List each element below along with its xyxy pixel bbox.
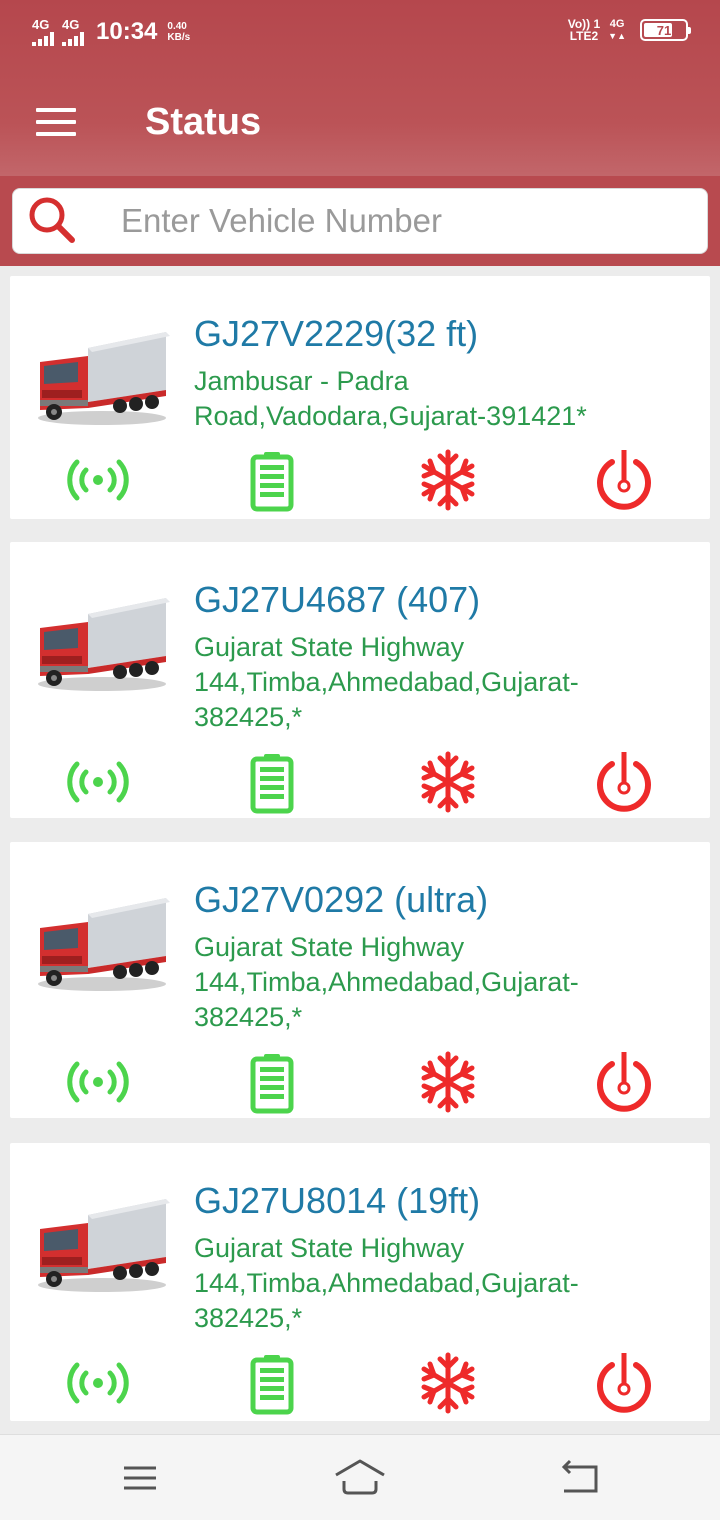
- volte-indicator: Vo)) 1 LTE2: [568, 18, 600, 42]
- gps-signal-icon[interactable]: [66, 750, 130, 814]
- vehicle-address-line: 382425,*: [194, 702, 303, 732]
- ignition-power-icon[interactable]: [592, 448, 656, 512]
- truck-icon: [38, 332, 170, 425]
- battery-icon[interactable]: [240, 1050, 304, 1114]
- vehicle-card[interactable]: GJ27V2229(32 ft) Jambusar - Padra Road,V…: [10, 276, 710, 519]
- hamburger-menu-icon[interactable]: [36, 108, 76, 136]
- vehicle-address: Gujarat State Highway 144,Timba,Ahmedaba…: [194, 1231, 684, 1336]
- signal-network-label: 4G: [32, 17, 50, 32]
- vehicle-card[interactable]: GJ27U8014 (19ft) Gujarat State Highway 1…: [10, 1143, 710, 1421]
- signal-strength-icon: 4G: [32, 18, 54, 46]
- truck-icon: [38, 598, 170, 691]
- vehicle-address-line: 144,Timba,Ahmedabad,Gujarat-: [194, 667, 579, 697]
- status-right: Vo)) 1 LTE2 4G ▼▲ 71: [568, 18, 691, 42]
- mobile-data-label: 4G: [609, 18, 625, 30]
- vehicle-address: Gujarat State Highway 144,Timba,Ahmedaba…: [194, 630, 684, 735]
- vehicle-address: Jambusar - Padra Road,Vadodara,Gujarat-3…: [194, 364, 684, 434]
- vehicle-address-line: Jambusar - Padra: [194, 366, 409, 396]
- vehicle-search-input[interactable]: [121, 202, 681, 240]
- status-bar: 4G 4G 10:34 0.40 KB/s Vo)) 1 LTE2 4G ▼▲: [0, 0, 720, 66]
- vehicle-address-line: 382425,*: [194, 1002, 303, 1032]
- vehicle-address-line: Gujarat State Highway: [194, 632, 465, 662]
- home-icon[interactable]: [330, 1453, 390, 1503]
- system-nav-bar: [0, 1434, 720, 1520]
- battery-icon[interactable]: [240, 448, 304, 512]
- snowflake-icon[interactable]: [416, 1351, 480, 1415]
- snowflake-icon[interactable]: [416, 750, 480, 814]
- ignition-power-icon[interactable]: [592, 1050, 656, 1114]
- battery-percent: 71: [656, 22, 672, 38]
- truck-icon: [38, 1199, 170, 1292]
- truck-icon: [38, 898, 170, 991]
- battery-icon[interactable]: [240, 1351, 304, 1415]
- clock: 10:34: [96, 18, 158, 45]
- vehicle-name: GJ27U8014 (19ft): [194, 1180, 481, 1221]
- search-bar: [12, 188, 708, 254]
- vehicle-address-line: Gujarat State Highway: [194, 932, 465, 962]
- ignition-power-icon[interactable]: [592, 750, 656, 814]
- vehicle-address-line: Gujarat State Highway: [194, 1233, 465, 1263]
- gps-signal-icon[interactable]: [66, 448, 130, 512]
- vehicle-card[interactable]: GJ27U4687 (407) Gujarat State Highway 14…: [10, 542, 710, 818]
- search-icon[interactable]: [25, 193, 81, 249]
- lte-label: LTE2: [569, 29, 599, 43]
- battery-icon[interactable]: [240, 750, 304, 814]
- app-bar: 4G 4G 10:34 0.40 KB/s Vo)) 1 LTE2 4G ▼▲: [0, 0, 720, 176]
- status-left: 4G 4G 10:34 0.40 KB/s: [32, 16, 190, 48]
- signal-strength-icon-2: 4G: [62, 18, 84, 46]
- vehicle-name: GJ27V2229(32 ft): [194, 313, 479, 354]
- recent-apps-icon[interactable]: [110, 1453, 170, 1503]
- vehicle-address-line: Road,Vadodara,Gujarat-391421*: [194, 401, 587, 431]
- vehicle-address-line: 144,Timba,Ahmedabad,Gujarat-: [194, 1268, 579, 1298]
- gps-signal-icon[interactable]: [66, 1050, 130, 1114]
- mobile-data-icon: 4G ▼▲: [608, 18, 626, 41]
- vehicle-name: GJ27U4687 (407): [194, 579, 481, 620]
- battery-status-icon: 71: [640, 19, 691, 41]
- ignition-power-icon[interactable]: [592, 1351, 656, 1415]
- signal-network-label-2: 4G: [62, 17, 80, 32]
- vehicle-address: Gujarat State Highway 144,Timba,Ahmedaba…: [194, 930, 684, 1035]
- snowflake-icon[interactable]: [416, 1050, 480, 1114]
- vehicle-name: GJ27V0292 (ultra): [194, 879, 489, 920]
- vehicle-address-line: 144,Timba,Ahmedabad,Gujarat-: [194, 967, 579, 997]
- back-icon[interactable]: [550, 1453, 610, 1503]
- vehicle-address-line: 382425,*: [194, 1303, 303, 1333]
- network-speed: 0.40 KB/s: [167, 21, 190, 43]
- gps-signal-icon[interactable]: [66, 1351, 130, 1415]
- network-speed-value: 0.40: [167, 21, 187, 32]
- vehicle-card[interactable]: GJ27V0292 (ultra) Gujarat State Highway …: [10, 842, 710, 1118]
- page-title: Status: [145, 101, 262, 143]
- network-speed-unit: KB/s: [167, 32, 191, 43]
- snowflake-icon[interactable]: [416, 448, 480, 512]
- vehicle-list: GJ27V2229(32 ft) Jambusar - Padra Road,V…: [0, 266, 720, 1434]
